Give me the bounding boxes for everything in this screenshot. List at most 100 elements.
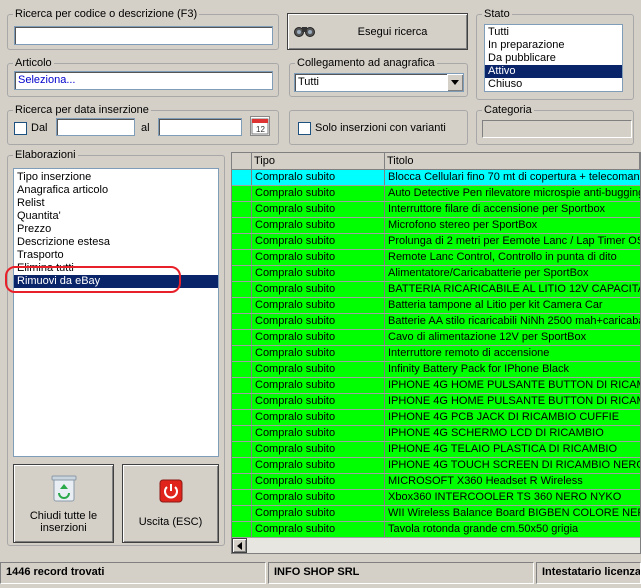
cell-titolo[interactable]: Tavola rotonda grande cm.50x50 grigia [385,522,640,537]
stato-option-attivo[interactable]: Attivo [485,65,622,78]
table-row[interactable]: Compralo subito Batterie AA stilo ricaric… [232,314,640,330]
table-row[interactable]: Compralo subito Remote Lanc Control, Cont… [232,250,640,266]
search-input[interactable] [14,26,273,45]
stato-listbox[interactable]: Tutti In preparazione Da pubblicare Atti… [484,24,623,92]
cell-titolo[interactable]: Alimentatore/Caricabatterie per SportBox [385,266,640,281]
table-row[interactable]: Compralo subito BATTERIA RICARICABILE AL … [232,282,640,298]
table-row[interactable]: Compralo subito MICROSOFT X360 Headset R … [232,474,640,490]
table-row[interactable]: Compralo subito Tavola rotonda grande cm.… [232,522,640,538]
cell-tipo[interactable]: Compralo subito [252,218,385,233]
cell-titolo[interactable]: IPHONE 4G TOUCH SCREEN DI RICAMBIO NERO [385,458,640,473]
cell-tipo[interactable]: Compralo subito [252,298,385,313]
row-indicator[interactable] [232,202,252,217]
cell-titolo[interactable]: Infinity Battery Pack for IPhone Black [385,362,640,377]
row-indicator[interactable] [232,186,252,201]
cell-tipo[interactable]: Compralo subito [252,442,385,457]
elaborazioni-listbox[interactable]: Tipo inserzione Anagrafica articolo Reli… [13,168,219,457]
row-indicator[interactable] [232,266,252,281]
table-row[interactable]: Compralo subito Alimentatore/Caricabatter… [232,266,640,282]
cell-titolo[interactable]: IPHONE 4G SCHERMO LCD DI RICAMBIO [385,426,640,441]
cell-tipo[interactable]: Compralo subito [252,266,385,281]
elaborazione-quantita[interactable]: Quantita' [14,210,218,223]
dal-date-input[interactable] [56,118,135,136]
scroll-left-icon[interactable] [232,538,247,553]
table-row[interactable]: Compralo subito Interruttore filare di ac… [232,202,640,218]
table-row[interactable]: Compralo subito Interruttore remoto di ac… [232,346,640,362]
cell-tipo[interactable]: Compralo subito [252,314,385,329]
table-row[interactable]: Compralo subito IPHONE 4G HOME PULSANTE B… [232,394,640,410]
elaborazione-anagrafica-articolo[interactable]: Anagrafica articolo [14,184,218,197]
table-row[interactable]: Compralo subito IPHONE 4G HOME PULSANTE B… [232,378,640,394]
collegamento-select[interactable]: Tutti [294,73,464,92]
row-indicator[interactable] [232,490,252,505]
cell-titolo[interactable]: MICROSOFT X360 Headset R Wireless [385,474,640,489]
table-row[interactable]: Compralo subito IPHONE 4G TELAIO PLASTICA… [232,442,640,458]
cell-titolo[interactable]: Blocca Cellulari fino 70 mt di copertura… [385,170,640,185]
cell-tipo[interactable]: Compralo subito [252,522,385,537]
table-row[interactable]: Compralo subito Blocca Cellulari fino 70 … [232,170,640,186]
elaborazione-prezzo[interactable]: Prezzo [14,223,218,236]
cell-tipo[interactable]: Compralo subito [252,202,385,217]
cell-titolo[interactable]: Batteria tampone al Litio per kit Camera… [385,298,640,313]
cell-tipo[interactable]: Compralo subito [252,170,385,185]
cell-titolo[interactable]: Interruttore remoto di accensione [385,346,640,361]
row-indicator[interactable] [232,298,252,313]
row-indicator[interactable] [232,442,252,457]
row-indicator[interactable] [232,458,252,473]
cell-titolo[interactable]: Auto Detective Pen rilevatore microspie … [385,186,640,201]
cell-titolo[interactable]: Cavo di alimentazione 12V per SportBox [385,330,640,345]
cell-titolo[interactable]: Xbox360 INTERCOOLER TS 360 NERO NYKO [385,490,640,505]
table-row[interactable]: Compralo subito IPHONE 4G PCB JACK DI RIC… [232,410,640,426]
cell-tipo[interactable]: Compralo subito [252,426,385,441]
row-indicator[interactable] [232,234,252,249]
al-date-input[interactable] [158,118,242,136]
table-row[interactable]: Compralo subito Prolunga di 2 metri per E… [232,234,640,250]
cell-tipo[interactable]: Compralo subito [252,250,385,265]
cell-titolo[interactable]: IPHONE 4G PCB JACK DI RICAMBIO CUFFIE [385,410,640,425]
row-indicator[interactable] [232,282,252,297]
exit-button[interactable]: Uscita (ESC) [122,464,219,543]
cell-tipo[interactable]: Compralo subito [252,474,385,489]
row-indicator[interactable] [232,426,252,441]
row-indicator[interactable] [232,250,252,265]
row-indicator[interactable] [232,362,252,377]
cell-titolo[interactable]: Remote Lanc Control, Controllo in punta … [385,250,640,265]
table-row[interactable]: Compralo subito Auto Detective Pen rileva… [232,186,640,202]
table-row[interactable]: Compralo subito IPHONE 4G TOUCH SCREEN DI… [232,458,640,474]
elaborazione-trasporto[interactable]: Trasporto [14,249,218,262]
elaborazione-descrizione-estesa[interactable]: Descrizione estesa [14,236,218,249]
cell-tipo[interactable]: Compralo subito [252,410,385,425]
row-indicator[interactable] [232,378,252,393]
cell-titolo[interactable]: BATTERIA RICARICABILE AL LITIO 12V CAPAC… [385,282,640,297]
cell-tipo[interactable]: Compralo subito [252,186,385,201]
calendar-icon[interactable]: 12 [250,116,270,136]
cell-tipo[interactable]: Compralo subito [252,346,385,361]
elaborazione-relist[interactable]: Relist [14,197,218,210]
row-indicator[interactable] [232,474,252,489]
row-indicator[interactable] [232,346,252,361]
cell-tipo[interactable]: Compralo subito [252,378,385,393]
row-indicator[interactable] [232,522,252,537]
row-indicator[interactable] [232,394,252,409]
stato-option-da-pubblicare[interactable]: Da pubblicare [485,52,622,65]
row-indicator[interactable] [232,314,252,329]
cell-titolo[interactable]: IPHONE 4G HOME PULSANTE BUTTON DI RICAMB… [385,394,640,409]
grid-header-titolo[interactable]: Titolo [385,153,640,169]
row-indicator[interactable] [232,170,252,185]
cell-tipo[interactable]: Compralo subito [252,394,385,409]
table-row[interactable]: Compralo subito Batteria tampone al Litio… [232,298,640,314]
cell-titolo[interactable]: Prolunga di 2 metri per Eemote Lanc / La… [385,234,640,249]
stato-option-in-preparazione[interactable]: In preparazione [485,39,622,52]
chevron-down-icon[interactable] [447,74,463,91]
elaborazione-tipo-inserzione[interactable]: Tipo inserzione [14,171,218,184]
varianti-checkbox[interactable] [298,122,311,135]
table-row[interactable]: Compralo subito Microfono stereo per Spor… [232,218,640,234]
table-row[interactable]: Compralo subito WII Wireless Balance Boar… [232,506,640,522]
stato-option-chiuso[interactable]: Chiuso [485,78,622,91]
cell-tipo[interactable]: Compralo subito [252,282,385,297]
cell-tipo[interactable]: Compralo subito [252,330,385,345]
articolo-field[interactable]: Seleziona... [14,71,273,90]
stato-option-tutti[interactable]: Tutti [485,26,622,39]
dal-checkbox[interactable] [14,122,27,135]
cell-titolo[interactable]: Microfono stereo per SportBox [385,218,640,233]
